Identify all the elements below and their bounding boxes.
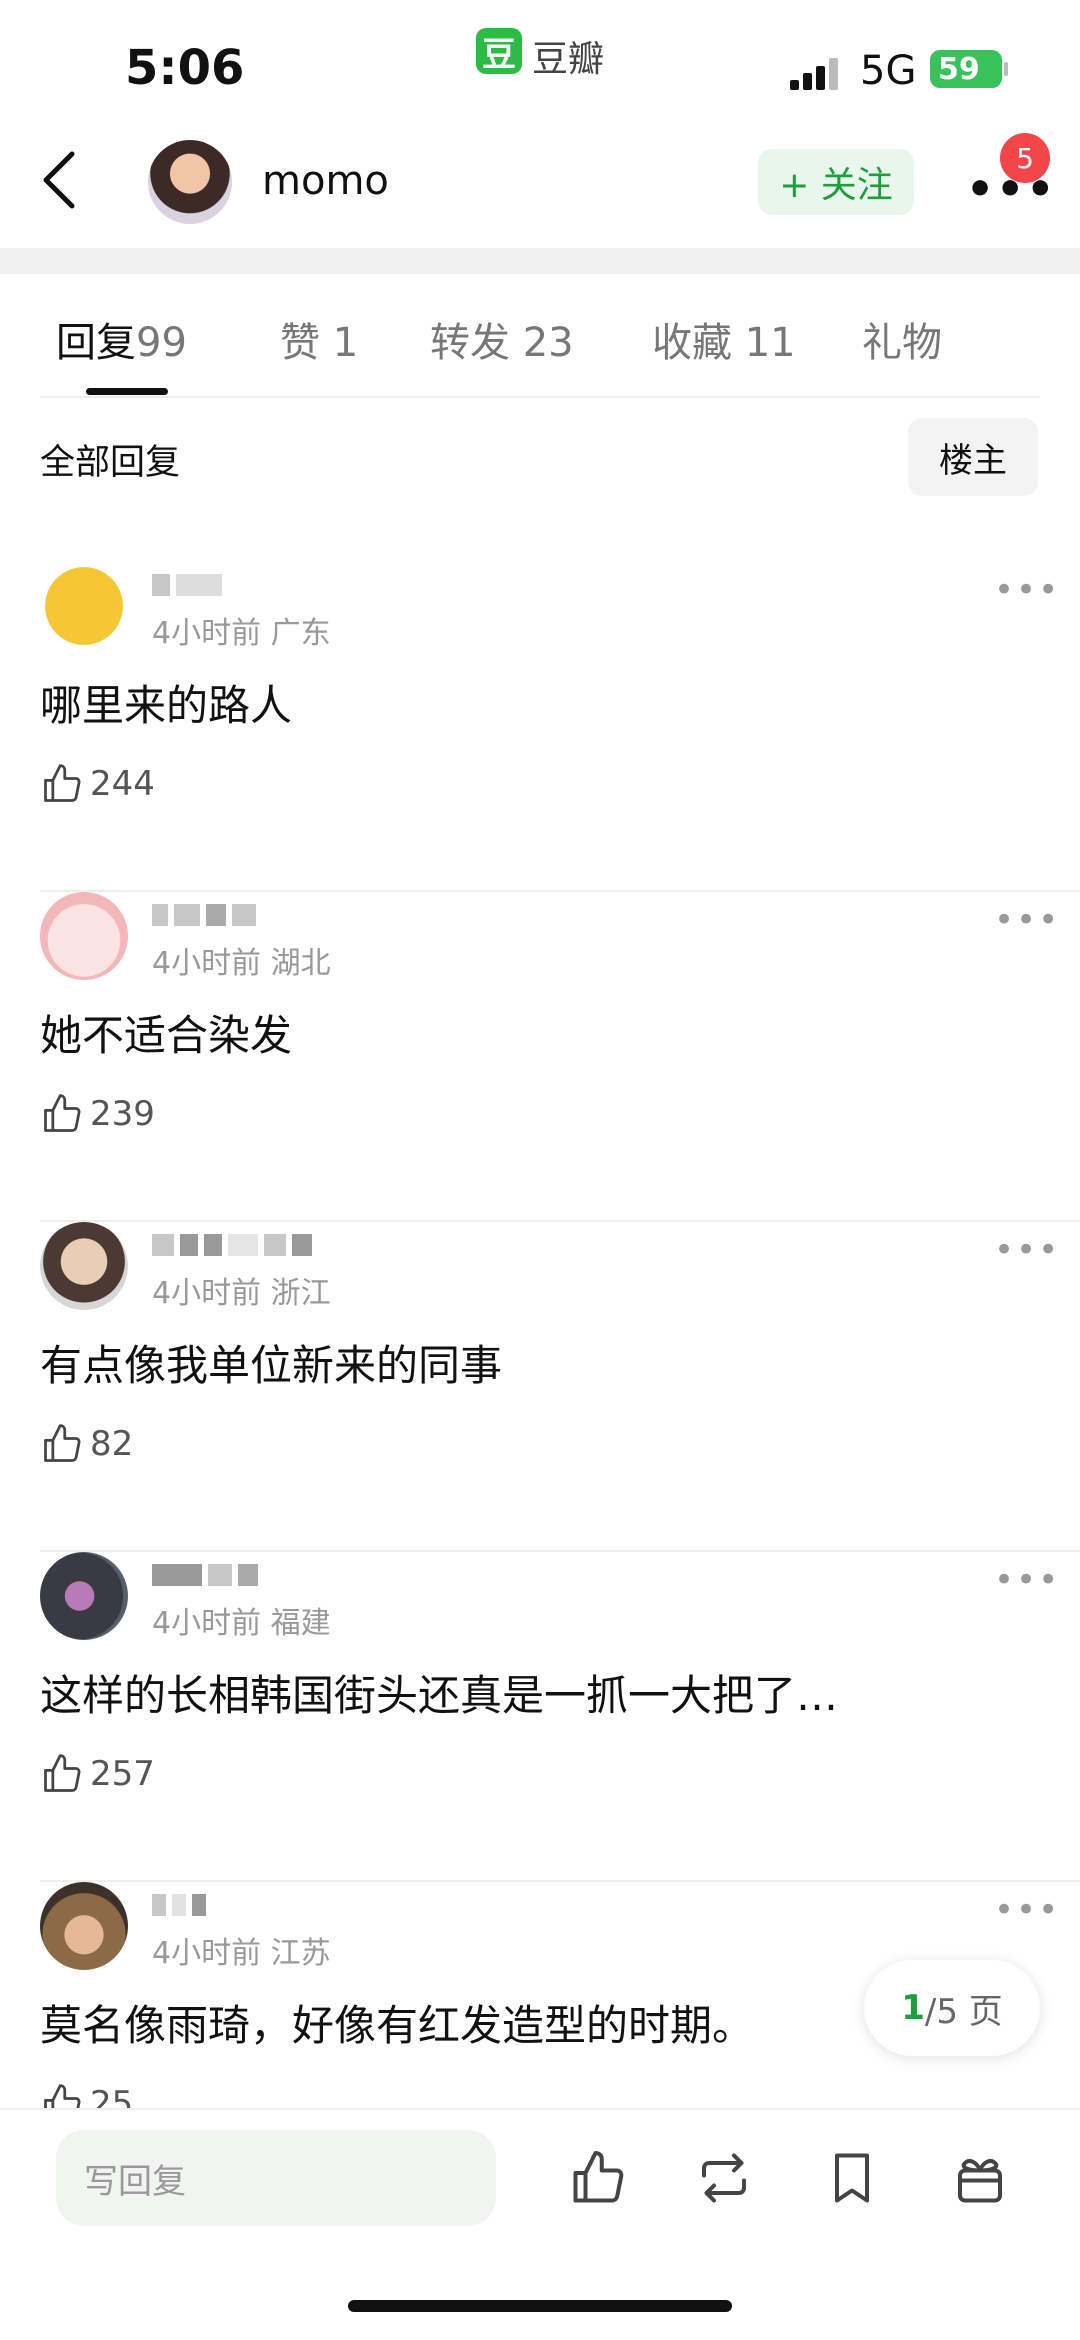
- tab-label: 转发: [430, 320, 510, 366]
- comment-meta: 4小时前 福建: [152, 1598, 331, 1642]
- comment-location: 广东: [270, 616, 331, 651]
- tab-count: 23: [522, 320, 574, 366]
- owner-only-button[interactable]: 楼主: [908, 418, 1038, 496]
- tab-count: 99: [136, 320, 187, 366]
- comment-location: 浙江: [270, 1276, 331, 1311]
- network-type: 5G: [860, 48, 917, 94]
- signal-icon: [790, 58, 844, 90]
- comment-text: 这样的长相韩国街头还真是一抓一大把了…: [40, 1671, 839, 1720]
- tab-reposts[interactable]: 转发 23: [430, 310, 574, 368]
- comment-item[interactable]: 4小时前 浙江 ••• 有点像我单位新来的同事 82: [0, 1222, 1080, 1552]
- like-count: 244: [90, 764, 155, 804]
- like-count: 82: [90, 1424, 134, 1464]
- section-title: 全部回复: [40, 443, 181, 483]
- like-button[interactable]: 82: [40, 1422, 133, 1466]
- tab-gifts[interactable]: 礼物: [862, 310, 942, 368]
- comment-time: 4小时前: [152, 946, 262, 981]
- comment-location: 湖北: [270, 946, 331, 981]
- comment-more-icon[interactable]: •••: [994, 900, 1060, 940]
- gift-icon[interactable]: [950, 2148, 1010, 2208]
- comment-location: 江苏: [270, 1936, 331, 1971]
- comment-more-icon[interactable]: •••: [994, 1560, 1060, 1600]
- tab-count: 11: [744, 320, 796, 366]
- comment-author-name[interactable]: [152, 904, 262, 932]
- reply-input[interactable]: 写回复: [56, 2130, 496, 2226]
- app-name: 豆瓣: [532, 39, 605, 80]
- comment-more-icon[interactable]: •••: [994, 1890, 1060, 1930]
- header-divider: [0, 248, 1080, 274]
- back-arrow-icon[interactable]: [40, 150, 80, 210]
- repost-icon[interactable]: [694, 2148, 754, 2208]
- battery-icon: 59: [930, 50, 1008, 88]
- comment-author-name[interactable]: [152, 1564, 264, 1592]
- tab-divider: [40, 396, 1040, 398]
- thumb-up-icon: [44, 1754, 81, 1792]
- comment-meta: 4小时前 湖北: [152, 938, 331, 982]
- author-name[interactable]: momo: [262, 158, 389, 204]
- like-icon[interactable]: [568, 2148, 628, 2208]
- notification-badge: 5: [1000, 133, 1050, 183]
- comment-text: 莫名像雨琦，好像有红发造型的时期。: [40, 2001, 755, 2050]
- comment-text: 哪里来的路人: [40, 681, 293, 730]
- thumb-up-icon: [44, 764, 81, 802]
- comment-item[interactable]: 4小时前 湖北 ••• 她不适合染发 239: [0, 892, 1080, 1222]
- comment-author-name[interactable]: [152, 1894, 212, 1922]
- comment-text: 有点像我单位新来的同事: [40, 1341, 503, 1390]
- page-indicator[interactable]: 1/5 页: [864, 1960, 1040, 2056]
- comment-item[interactable]: 4小时前 广东 ••• 哪里来的路人 244: [0, 562, 1080, 892]
- comment-location: 福建: [270, 1606, 331, 1641]
- tab-label: 礼物: [862, 320, 942, 366]
- avatar[interactable]: [40, 892, 128, 980]
- home-indicator: [348, 2300, 732, 2312]
- follow-button[interactable]: + 关注: [758, 149, 914, 215]
- current-page: 1: [901, 1988, 925, 2028]
- tab-favorites[interactable]: 收藏 11: [652, 310, 796, 368]
- comment-time: 4小时前: [152, 1936, 262, 1971]
- comment-author-name[interactable]: [152, 1234, 318, 1262]
- comment-meta: 4小时前 广东: [152, 608, 331, 652]
- tab-count: 1: [332, 320, 359, 366]
- douban-logo-icon: 豆: [476, 28, 522, 75]
- thumb-up-icon: [44, 1424, 81, 1462]
- avatar[interactable]: [40, 562, 128, 650]
- comment-author-name[interactable]: [152, 574, 228, 602]
- avatar[interactable]: [148, 140, 232, 224]
- comment-text: 她不适合染发: [40, 1011, 293, 1060]
- comment-time: 4小时前: [152, 1276, 262, 1311]
- tab-label: 赞: [280, 320, 320, 366]
- like-count: 239: [90, 1094, 155, 1134]
- comment-more-icon[interactable]: •••: [994, 570, 1060, 610]
- like-button[interactable]: 244: [40, 762, 155, 806]
- comment-more-icon[interactable]: •••: [994, 1230, 1060, 1270]
- tab-replies[interactable]: 回复99: [56, 310, 187, 368]
- bookmark-icon[interactable]: [822, 2148, 882, 2208]
- status-time: 5:06: [125, 40, 245, 96]
- like-button[interactable]: 257: [40, 1752, 155, 1796]
- battery-level: 59: [938, 51, 980, 87]
- active-tab-indicator: [86, 388, 168, 395]
- comment-meta: 4小时前 江苏: [152, 1928, 331, 1972]
- comment-meta: 4小时前 浙江: [152, 1268, 331, 1312]
- comment-item[interactable]: 4小时前 福建 ••• 这样的长相韩国街头还真是一抓一大把了… 257: [0, 1552, 1080, 1882]
- like-button[interactable]: 239: [40, 1092, 155, 1136]
- comment-time: 4小时前: [152, 1606, 262, 1641]
- tab-likes[interactable]: 赞 1: [280, 310, 358, 368]
- avatar[interactable]: [40, 1222, 128, 1310]
- total-pages: /5 页: [924, 1991, 1003, 2032]
- avatar[interactable]: [40, 1552, 128, 1640]
- thumb-up-icon: [44, 1094, 81, 1132]
- tab-label: 回复: [56, 320, 136, 366]
- tab-label: 收藏: [652, 320, 732, 366]
- avatar[interactable]: [40, 1882, 128, 1970]
- like-count: 257: [90, 1754, 155, 1794]
- comment-time: 4小时前: [152, 616, 262, 651]
